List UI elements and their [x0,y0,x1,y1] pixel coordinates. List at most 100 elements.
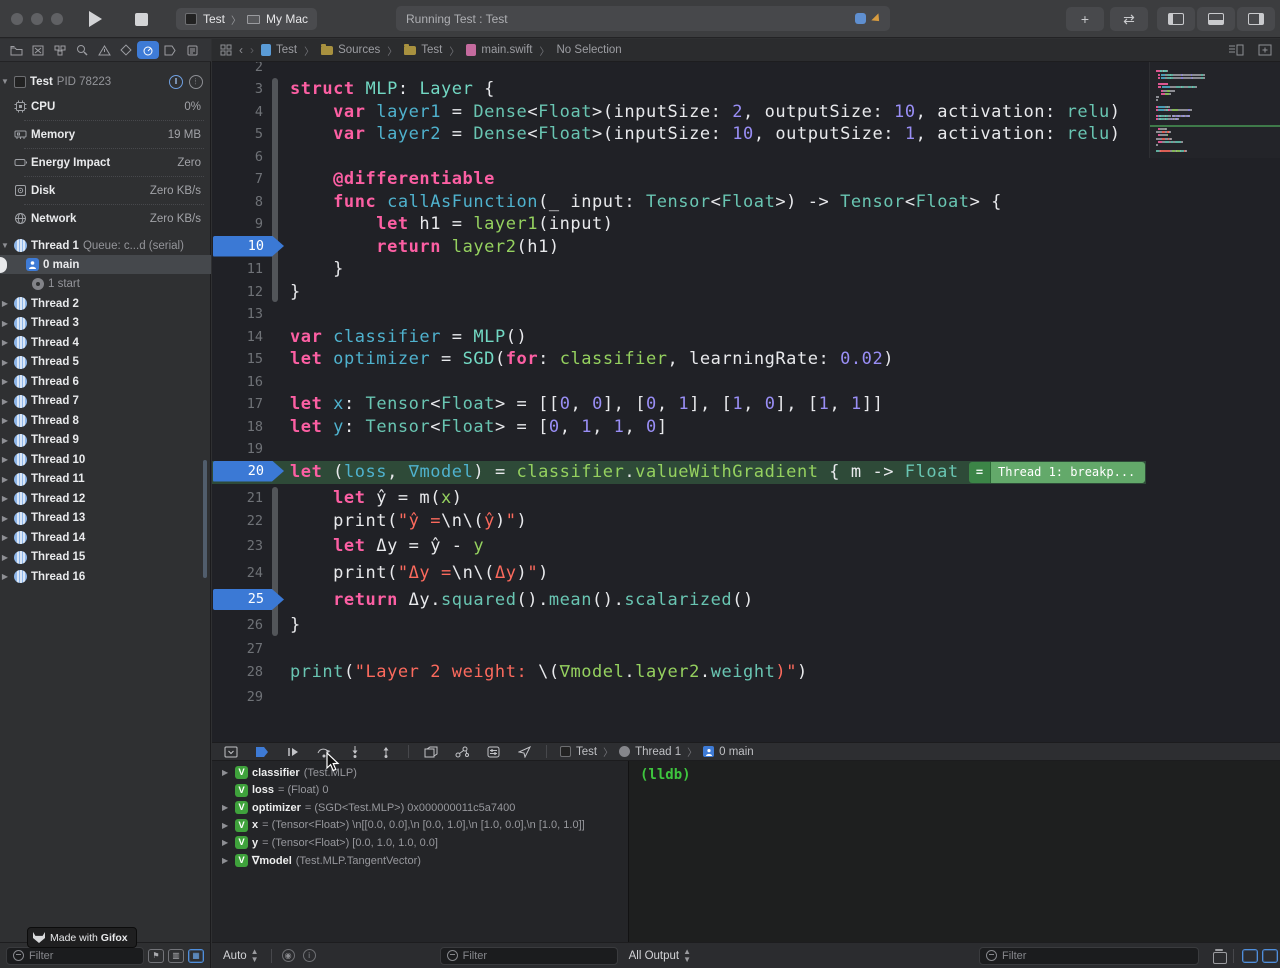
line-number[interactable]: 5 [212,123,263,145]
scheme-selector[interactable]: Test 〉 My Mac [176,8,317,30]
code-line[interactable]: 20let (loss, ∇model) = classifier.valueW… [212,461,1280,483]
code-line[interactable]: 10 return layer2(h1) [212,236,1280,258]
disclosure-closed-icon[interactable]: ▶ [222,838,231,847]
thread-row-thread-16[interactable]: ▶ Thread 16 [0,567,211,586]
line-number[interactable]: 16 [212,371,263,393]
code-line[interactable]: 8 func callAsFunction(_ input: Tensor<Fl… [212,191,1280,213]
breakpoint-marker[interactable]: 20 [213,461,284,482]
thread-row-thread-1[interactable]: ▼ Thread 1 Queue: c...d (serial) [0,236,211,255]
code-line[interactable]: 6 [212,146,1280,168]
code-line[interactable]: 23 let Δy = ŷ - y [212,535,1280,557]
editor-options-icon[interactable] [1228,44,1244,56]
thread-row-thread-2[interactable]: ▶ Thread 2 [0,294,211,313]
breakpoint-marker[interactable]: 10 [213,236,284,257]
breadcrumb-item[interactable]: main.swift [466,44,532,56]
code-line[interactable]: 19 [212,438,1280,460]
disclosure-open-icon[interactable]: ▼ [0,241,10,250]
line-number[interactable]: 14 [212,326,263,348]
console-view[interactable]: (lldb) [628,761,1280,942]
code-line[interactable]: 26} [212,614,1280,636]
line-number[interactable]: 21 [212,487,263,509]
thread-row-thread-9[interactable]: ▶ Thread 9 [0,431,211,450]
stop-button[interactable] [124,7,158,31]
disclosure-closed-icon[interactable]: ▶ [222,856,231,865]
disclosure-closed-icon[interactable]: ▶ [0,416,10,425]
source-editor[interactable]: 23struct MLP: Layer {4 var layer1 = Dens… [212,62,1280,742]
debug-breadcrumb-item[interactable]: Thread 1 [619,746,681,758]
minimap[interactable] [1149,62,1280,158]
disclosure-closed-icon[interactable]: ▶ [0,553,10,562]
continue-button[interactable] [284,744,302,759]
gauge-row-network[interactable]: NetworkZero KB/s [0,209,211,228]
disclosure-closed-icon[interactable]: ▶ [0,299,10,308]
line-number[interactable]: 18 [212,416,263,438]
disclosure-closed-icon[interactable]: ▶ [0,494,10,503]
code-line[interactable]: 27 [212,638,1280,660]
console-pane-toggle[interactable] [1262,949,1278,963]
code-line[interactable]: 18let y: Tensor<Float> = [0, 1, 1, 0] [212,416,1280,438]
disclosure-closed-icon[interactable]: ▶ [222,821,231,830]
zoom-button[interactable] [51,13,63,25]
disclosure-open-icon[interactable]: ▼ [0,77,10,86]
disclosure-closed-icon[interactable]: ▶ [0,572,10,581]
breadcrumb-item[interactable]: Test [404,44,442,56]
code-line[interactable]: 13 [212,303,1280,325]
code-review-button[interactable]: ⇄ [1110,7,1148,31]
disclosure-closed-icon[interactable]: ▶ [0,358,10,367]
line-number[interactable]: 12 [212,281,263,303]
breakpoint-navigator-tab[interactable] [159,41,181,59]
code-line[interactable]: 5 var layer2 = Dense<Float>(inputSize: 1… [212,123,1280,145]
code-line[interactable]: 14var classifier = MLP() [212,326,1280,348]
line-number[interactable]: 9 [212,213,263,235]
disclosure-closed-icon[interactable]: ▶ [0,455,10,464]
code-line[interactable]: 12} [212,281,1280,303]
find-navigator-tab[interactable] [71,41,93,59]
code-line[interactable]: 9 let h1 = layer1(input) [212,213,1280,235]
sidebar-scrollbar[interactable] [203,460,207,578]
code-line[interactable]: 22 print("ŷ =\n\(ŷ)") [212,510,1280,532]
disclosure-closed-icon[interactable]: ▶ [0,397,10,406]
breadcrumb-item[interactable]: Test [261,44,297,56]
line-number[interactable]: 13 [212,303,263,325]
related-items-icon[interactable] [220,44,232,56]
run-button[interactable] [78,7,112,31]
line-number[interactable]: 23 [212,535,263,557]
code-line[interactable]: 7 @differentiable [212,168,1280,190]
minimize-button[interactable] [31,13,43,25]
variable-row[interactable]: ▶ V ∇model (Test.MLP.TangentVector) [212,852,627,869]
line-number[interactable]: 24 [212,562,263,584]
debug-area-toggle-button[interactable] [1197,7,1235,31]
environment-overrides-button[interactable] [484,744,502,759]
navigator-filter-field[interactable]: Filter [6,947,144,965]
line-number[interactable]: 3 [212,78,263,100]
variable-row[interactable]: ▶ V optimizer = (SGD<Test.MLP>) 0x000000… [212,799,627,816]
code-line[interactable]: 24 print("Δy =\n\(Δy)") [212,562,1280,584]
breakpoints-toggle-button[interactable] [253,744,271,759]
line-number[interactable]: 4 [212,101,263,123]
clear-console-button[interactable] [1213,949,1225,962]
issue-navigator-tab[interactable] [93,41,115,59]
thread-row-thread-6[interactable]: ▶ Thread 6 [0,372,211,391]
disclosure-closed-icon[interactable]: ▶ [222,803,231,812]
stack-frame-row[interactable]: 0 main [0,255,211,274]
code-line[interactable]: 4 var layer1 = Dense<Float>(inputSize: 2… [212,101,1280,123]
report-navigator-tab[interactable] [181,41,203,59]
line-number[interactable]: 6 [212,146,263,168]
library-button[interactable]: + [1066,7,1104,31]
add-editor-icon[interactable] [1258,44,1272,56]
disclosure-closed-icon[interactable]: ▶ [0,319,10,328]
symbol-navigator-tab[interactable] [49,41,71,59]
code-line[interactable]: 11 } [212,258,1280,280]
step-out-button[interactable] [377,744,395,759]
code-line[interactable]: 2 [212,62,1280,78]
gauge-row-memory[interactable]: Memory19 MB [0,125,211,144]
thread-row-thread-7[interactable]: ▶ Thread 7 [0,392,211,411]
disclosure-closed-icon[interactable]: ▶ [0,533,10,542]
gauge-row-disk[interactable]: DiskZero KB/s [0,181,211,200]
line-number[interactable]: 11 [212,258,263,280]
line-number[interactable]: 28 [212,661,263,683]
close-button[interactable] [11,13,23,25]
test-navigator-tab[interactable] [115,41,137,59]
line-number[interactable]: 19 [212,438,263,460]
simulate-location-button[interactable] [515,744,533,759]
